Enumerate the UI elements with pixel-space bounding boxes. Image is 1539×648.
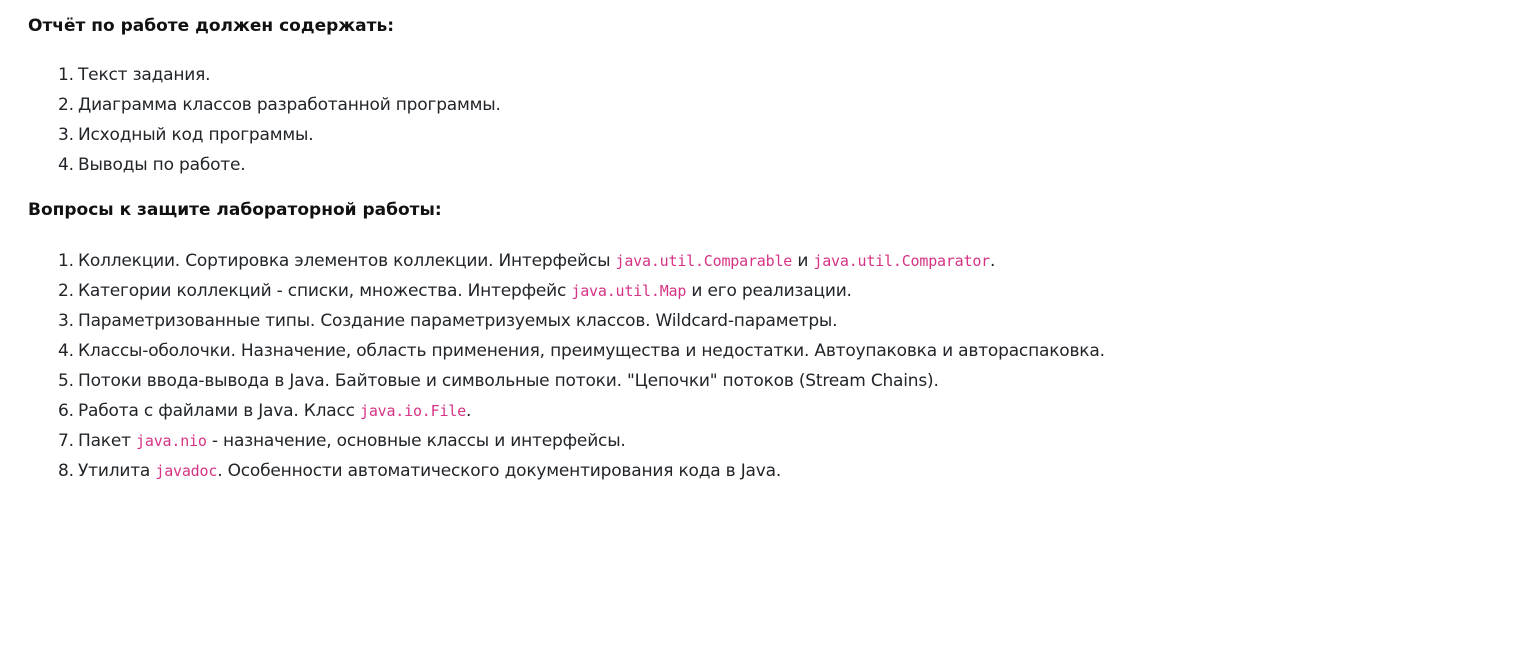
list-item-number: 4. [58,155,74,175]
inline-code: java.util.Comparator [813,252,991,270]
defense-questions-list: 1. Коллекции. Сортировка элементов коллек… [28,246,1508,486]
report-heading: Отчёт по работе должен содержать: [28,16,395,36]
list-item: 7. Пакет java.nio - назначение, основные … [58,426,1508,456]
question-text: Коллекции. Сортировка элементов коллекци… [78,251,616,271]
list-item-number: 1. [58,65,74,85]
question-text: - назначение, основные классы и интерфей… [206,431,626,451]
question-text: Категории коллекций - списки, множества.… [78,281,572,301]
list-item-text: Текст задания. [78,65,211,85]
question-text: Потоки ввода-вывода в Java. Байтовые и с… [78,371,939,391]
question-text: . Особенности автоматического документир… [217,461,782,481]
list-item: 1. Коллекции. Сортировка элементов коллек… [58,246,1508,276]
list-item: 6. Работа с файлами в Java. Класс java.io… [58,396,1508,426]
list-item: 3. Параметризованные типы. Создание парам… [58,306,1508,336]
list-item: 8. Утилита javadoc. Особенности автоматич… [58,456,1508,486]
list-item-number: 3. [58,311,74,331]
list-item: 3. Исходный код программы. [58,120,1508,150]
list-item: 1. Текст задания. [58,60,1508,90]
list-item-text: Диаграмма классов разработанной программ… [78,95,501,115]
question-text: . [990,251,996,271]
document-content: Отчёт по работе должен содержать: 1. Текс… [28,12,1508,486]
report-requirements-list: 1. Текст задания. 2. Диаграмма классов раз… [28,60,1508,180]
inline-code: java.util.Comparable [615,252,793,270]
list-item-number: 3. [58,125,74,145]
list-item: 2. Категории коллекций - списки, множеств… [58,276,1508,306]
question-text: и [792,251,814,271]
inline-code: javadoc [155,462,218,480]
inline-code: java.nio [136,432,207,450]
list-item-number: 2. [58,95,74,115]
question-text: Классы-оболочки. Назначение, область при… [78,341,1105,361]
question-text: Параметризованные типы. Создание парамет… [78,311,838,331]
list-item-number: 8. [58,461,74,481]
inline-code: java.io.File [359,402,466,420]
question-text: Работа с файлами в Java. Класс [78,401,360,421]
list-item: 4. Классы-оболочки. Назначение, область п… [58,336,1508,366]
list-item-number: 5. [58,371,74,391]
list-item-number: 2. [58,281,74,301]
question-text: . [465,401,472,421]
question-text: Утилита [78,461,156,481]
list-item-text: Выводы по работе. [78,155,246,175]
question-text: и его реализации. [686,281,852,301]
list-item: 4. Выводы по работе. [58,150,1508,180]
list-item-text: Исходный код программы. [78,125,314,145]
list-item-number: 7. [58,431,74,451]
questions-heading: Вопросы к защите лабораторной работы: [28,200,442,220]
list-item: 2. Диаграмма классов разработанной програ… [58,90,1508,120]
list-item-number: 6. [58,401,74,421]
inline-code: java.util.Map [571,282,687,300]
list-item-number: 1. [58,251,74,271]
question-text: Пакет [78,431,137,451]
list-item-number: 4. [58,341,74,361]
list-item: 5. Потоки ввода-вывода в Java. Байтовые и… [58,366,1508,396]
